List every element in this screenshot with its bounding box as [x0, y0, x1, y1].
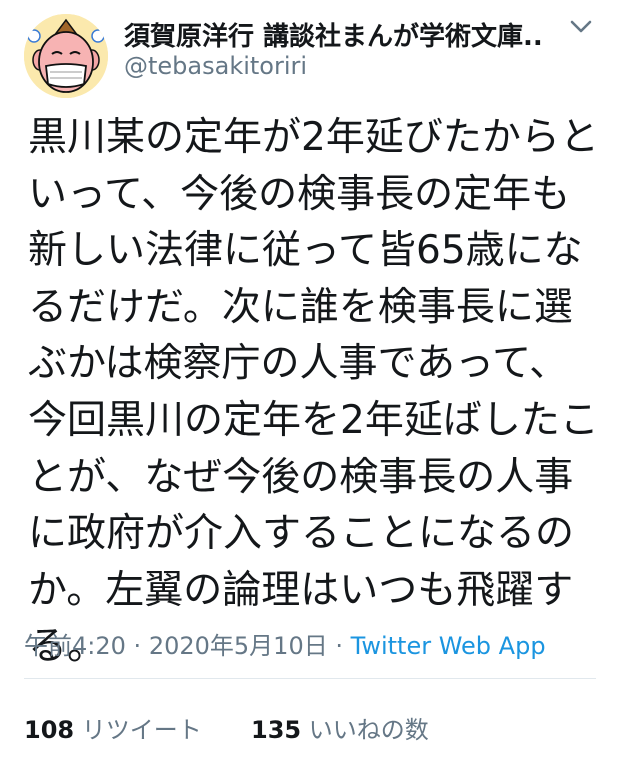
- like-count: 135: [251, 716, 302, 744]
- tweet-date[interactable]: 2020年5月10日: [149, 632, 328, 660]
- chevron-down-icon[interactable]: [566, 14, 596, 38]
- tweet-time[interactable]: 午前4:20: [24, 632, 126, 660]
- tweet-metadata: 午前4:20 · 2020年5月10日 · Twitter Web App: [24, 626, 546, 661]
- retweet-count: 108: [24, 716, 75, 744]
- author-handle[interactable]: @tebasakitoriri: [124, 52, 307, 80]
- meta-separator: ·: [335, 632, 343, 660]
- meta-separator: ·: [133, 632, 142, 660]
- retweet-stat[interactable]: 108 リツイート: [24, 716, 209, 744]
- retweet-label: リツイート: [81, 716, 202, 744]
- tweet-card: 須賀原洋行 講談社まんが学術文庫... @tebasakitoriri 黒川某の…: [0, 0, 620, 763]
- author-display-name[interactable]: 須賀原洋行 講談社まんが学術文庫...: [124, 16, 544, 53]
- tweet-source-link[interactable]: Twitter Web App: [351, 632, 546, 660]
- like-stat[interactable]: 135 いいねの数: [251, 716, 429, 744]
- engagement-stats: 108 リツイート 135 いいねの数: [24, 710, 429, 745]
- divider: [24, 678, 596, 679]
- cartoon-face-avatar-icon[interactable]: [24, 14, 108, 98]
- tweet-text: 黒川某の定年が2年延びたからと いって、今後の検事長の定年も 新しい法律に従って…: [28, 115, 599, 670]
- like-label: いいねの数: [308, 716, 429, 744]
